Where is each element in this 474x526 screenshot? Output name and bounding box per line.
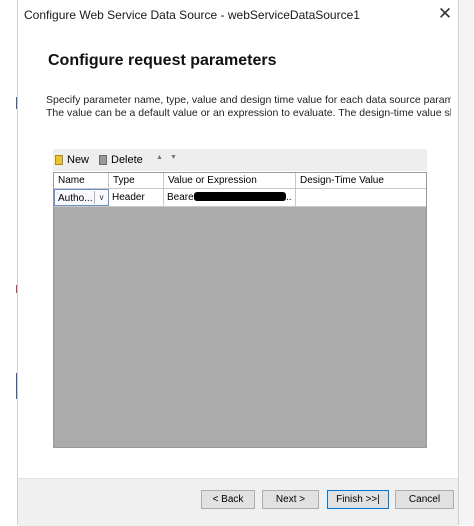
finish-button[interactable]: Finish >>| xyxy=(327,490,389,509)
description-line: Specify parameter name, type, value and … xyxy=(46,94,451,106)
chevron-down-icon[interactable]: ∨ xyxy=(94,191,108,204)
title-bar: Configure Web Service Data Source - webS… xyxy=(18,0,458,30)
background-window-edge-right xyxy=(458,0,474,525)
value-text: Bearer xyxy=(167,192,198,203)
redaction-bar xyxy=(194,192,286,201)
move-up-icon[interactable]: ▲ xyxy=(156,154,163,161)
background-window-edge xyxy=(0,0,18,525)
dialog-window: Configure Web Service Data Source - webS… xyxy=(17,0,459,526)
delete-icon xyxy=(99,155,107,165)
close-icon[interactable]: ✕ xyxy=(434,3,456,25)
type-cell[interactable]: Header xyxy=(109,189,164,206)
column-header-design-time-value[interactable]: Design-Time Value xyxy=(296,173,426,188)
next-button[interactable]: Next > xyxy=(262,490,319,509)
name-cell[interactable]: Autho... ∨ xyxy=(54,189,109,206)
design-time-value-cell[interactable] xyxy=(296,189,426,206)
page-description: Specify parameter name, type, value and … xyxy=(46,94,451,119)
parameters-toolbar: New Delete ▲ ▼ xyxy=(53,149,427,171)
new-button[interactable]: New xyxy=(55,152,89,168)
dialog-footer: < Back Next > Finish >>| Cancel xyxy=(18,478,458,526)
back-button[interactable]: < Back xyxy=(201,490,255,509)
grid-header: Name Type Value or Expression Design-Tim… xyxy=(54,173,426,189)
page-heading: Configure request parameters xyxy=(48,52,277,69)
parameters-grid[interactable]: Name Type Value or Expression Design-Tim… xyxy=(53,172,427,448)
cancel-button[interactable]: Cancel xyxy=(395,490,454,509)
delete-button-label: Delete xyxy=(111,154,143,166)
name-value: Autho... xyxy=(58,193,93,204)
column-header-type[interactable]: Type xyxy=(109,173,164,188)
move-down-icon[interactable]: ▼ xyxy=(170,154,177,161)
column-header-value[interactable]: Value or Expression xyxy=(164,173,296,188)
new-button-label: New xyxy=(67,154,90,166)
delete-button[interactable]: Delete xyxy=(99,152,143,168)
value-ellipsis: .. xyxy=(286,192,292,203)
column-header-name[interactable]: Name xyxy=(54,173,109,188)
new-parameter-icon xyxy=(55,155,63,165)
description-line: The value can be a default value or an e… xyxy=(46,106,451,119)
window-title: Configure Web Service Data Source - webS… xyxy=(24,8,360,22)
value-cell[interactable]: Bearer .. xyxy=(164,189,296,206)
table-row[interactable]: Autho... ∨ Header Bearer .. xyxy=(54,189,426,207)
